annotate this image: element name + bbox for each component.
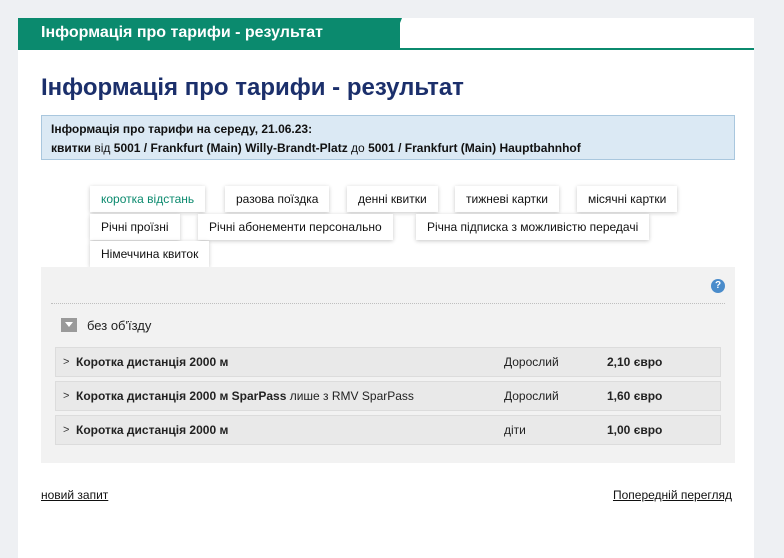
tab-annual-transferable[interactable]: Річна підписка з можливістю передачі: [416, 214, 650, 240]
fare-price: 1,00 євро: [607, 423, 663, 437]
fare-info-route: квитки від 5001 / Frankfurt (Main) Willy…: [51, 141, 581, 155]
fare-name: Коротка дистанція 2000 м SparPass лише з…: [76, 389, 414, 403]
chevron-right-icon[interactable]: >: [63, 348, 69, 376]
fare-row[interactable]: > Коротка дистанція 2000 м Дорослий 2,10…: [55, 347, 721, 377]
tab-weekly-cards[interactable]: тижневі картки: [455, 186, 559, 212]
results-panel: ? без об'їзду > Коротка дистанція 2000 м…: [41, 267, 735, 463]
header-tab-corner: [390, 18, 402, 48]
group-header[interactable]: без об'їзду: [61, 317, 151, 333]
fare-info-date: Інформація про тарифи на середу, 21.06.2…: [51, 122, 313, 136]
page: Інформація про тарифи - результат Інформ…: [18, 18, 754, 558]
fare-price: 2,10 євро: [607, 355, 663, 369]
new-request-link[interactable]: новий запит: [41, 488, 108, 502]
tab-single-trip[interactable]: разова поїздка: [225, 186, 330, 212]
tab-short-distance[interactable]: коротка відстань: [90, 186, 206, 212]
fare-info-box: Інформація про тарифи на середу, 21.06.2…: [41, 115, 735, 160]
chevron-right-icon[interactable]: >: [63, 382, 69, 410]
passenger-type: діти: [504, 423, 526, 437]
tab-germany-ticket[interactable]: Німеччина квиток: [90, 241, 210, 267]
page-title: Інформація про тарифи - результат: [41, 74, 464, 101]
fare-name: Коротка дистанція 2000 м: [76, 355, 229, 369]
chevron-down-icon[interactable]: [61, 318, 77, 332]
fare-price: 1,60 євро: [607, 389, 663, 403]
fare-row[interactable]: > Коротка дистанція 2000 м SparPass лише…: [55, 381, 721, 411]
help-icon[interactable]: ?: [711, 279, 725, 293]
header-divider: [18, 48, 754, 50]
header-tab: Інформація про тарифи - результат: [18, 18, 400, 48]
fare-note: лише з RMV SparPass: [289, 389, 414, 403]
tab-annual-personal[interactable]: Річні абонементи персонально: [198, 214, 393, 240]
fare-row[interactable]: > Коротка дистанція 2000 м діти 1,00 євр…: [55, 415, 721, 445]
fare-name: Коротка дистанція 2000 м: [76, 423, 229, 437]
tab-annual-passes[interactable]: Річні проїзні: [90, 214, 180, 240]
passenger-type: Дорослий: [504, 355, 559, 369]
passenger-type: Дорослий: [504, 389, 559, 403]
group-label: без об'їзду: [87, 317, 152, 333]
panel-divider: [51, 303, 725, 304]
tab-monthly-cards[interactable]: місячні картки: [577, 186, 678, 212]
tab-day-tickets[interactable]: денні квитки: [347, 186, 438, 212]
chevron-right-icon[interactable]: >: [63, 416, 69, 444]
previous-view-link[interactable]: Попередній перегляд: [613, 488, 732, 502]
